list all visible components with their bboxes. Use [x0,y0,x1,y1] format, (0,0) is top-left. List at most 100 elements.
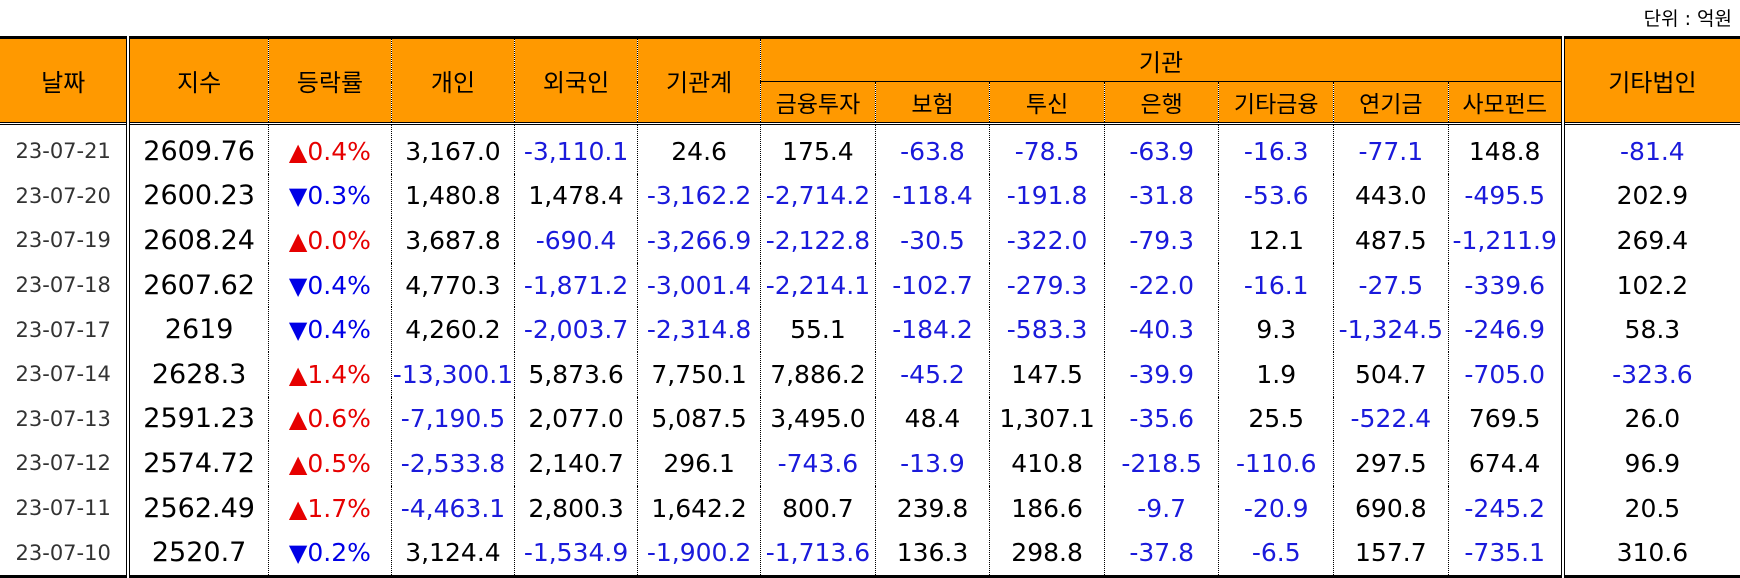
cell-bank: -218.5 [1103,441,1219,486]
cell-inst-total: 24.6 [637,123,761,174]
triangle-down-icon: ▼ [288,182,308,211]
triangle-down-icon: ▼ [288,539,308,568]
cell-inst-total: -3,266.9 [637,218,761,263]
cell-private-fund: -735.1 [1447,530,1563,577]
cell-other-financial: 1.9 [1218,351,1334,397]
header-other-corp: 기타법인 [1560,37,1740,124]
header-inst-total: 기관계 [637,37,761,124]
cell-date: 23-07-13 [0,396,131,442]
change-percent: 0.4% [307,270,371,300]
cell-foreign: -1,534.9 [514,530,638,577]
cell-investment-trust: 147.5 [989,351,1105,397]
change-percent: 1.4% [307,359,371,389]
cell-date: 23-07-19 [0,218,131,263]
cell-change: ▼0.3% [267,173,392,219]
cell-private-fund: 769.5 [1447,396,1563,442]
change-percent: 0.4% [307,315,371,345]
cell-other-corp: 58.3 [1560,307,1740,352]
cell-investment-trust: 1,307.1 [989,396,1105,442]
cell-date: 23-07-12 [0,441,131,486]
table-row: 23-07-12 2574.72 ▲0.5% -2,533.8 2,140.7 296.1… [0,441,1740,486]
cell-pension: -77.1 [1333,123,1449,174]
cell-pension: -27.5 [1333,262,1449,308]
cell-insurance: 136.3 [874,530,990,577]
cell-pension: 504.7 [1333,351,1449,397]
cell-other-financial: -53.6 [1218,173,1334,219]
cell-other-corp: 269.4 [1560,218,1740,263]
cell-pension: 297.5 [1333,441,1449,486]
cell-date: 23-07-17 [0,307,131,352]
cell-investment-trust: -191.8 [989,173,1105,219]
cell-insurance: -184.2 [874,307,990,352]
cell-inst-total: 1,642.2 [637,485,761,531]
cell-inst-total: -2,314.8 [637,307,761,352]
cell-investment-trust: 410.8 [989,441,1105,486]
cell-financial-investment: -2,122.8 [760,218,876,263]
cell-investment-trust: 298.8 [989,530,1105,577]
cell-bank: -37.8 [1103,530,1219,577]
cell-insurance: 239.8 [874,485,990,531]
triangle-down-icon: ▼ [288,271,308,300]
cell-change: ▼0.4% [267,307,392,352]
header-sub-financial-investment: 금융투자 [760,81,876,124]
cell-financial-investment: -743.6 [760,441,876,486]
cell-other-financial: 25.5 [1218,396,1334,442]
cell-private-fund: 674.4 [1447,441,1563,486]
cell-other-corp: 26.0 [1560,396,1740,442]
cell-change: ▲0.0% [267,218,392,263]
cell-private-fund: 148.8 [1447,123,1563,174]
change-percent: 0.4% [307,136,371,166]
cell-index: 2520.7 [151,537,247,569]
table-row: 23-07-10 2520.7 ▼0.2% 3,124.4 -1,534.9 -1,900… [0,530,1740,577]
cell-individual: -4,463.1 [390,485,515,531]
cell-individual: -7,190.5 [390,396,515,442]
cell-index: 2609.76 [143,135,255,167]
cell-foreign: -3,110.1 [514,123,638,174]
cell-pension: -1,324.5 [1333,307,1449,352]
change-percent: 0.5% [307,448,371,478]
triangle-up-icon: ▲ [288,360,308,389]
cell-investment-trust: -583.3 [989,307,1105,352]
cell-change: ▼0.2% [267,530,392,577]
cell-change: ▲0.6% [267,396,392,442]
cell-individual: 3,124.4 [390,530,515,577]
header-sub-private-fund: 사모펀드 [1447,81,1563,124]
cell-bank: -9.7 [1103,485,1219,531]
triangle-up-icon: ▲ [288,449,308,478]
cell-change: ▲1.4% [267,351,392,397]
table-row: 23-07-17 2619 ▼0.4% 4,260.2 -2,003.7 -2,314.8… [0,307,1740,352]
triangle-down-icon: ▼ [288,316,308,345]
cell-individual: 4,770.3 [390,262,515,308]
table-row: 23-07-18 2607.62 ▼0.4% 4,770.3 -1,871.2 -3,00… [0,262,1740,308]
change-percent: 0.6% [307,404,371,434]
cell-bank: -63.9 [1103,123,1219,174]
cell-date: 23-07-20 [0,173,131,219]
cell-private-fund: -495.5 [1447,173,1563,219]
cell-other-corp: 310.6 [1560,530,1740,577]
cell-other-financial: -16.3 [1218,123,1334,174]
cell-other-financial: -16.1 [1218,262,1334,308]
table-body: 23-07-21 2609.76 ▲0.4% 3,167.0 -3,110.1 24.6 1… [0,123,1740,577]
triangle-up-icon: ▲ [288,494,308,523]
cell-date: 23-07-14 [0,351,131,397]
cell-inst-total: 7,750.1 [637,351,761,397]
cell-index: 2562.49 [143,492,255,524]
cell-foreign: 5,873.6 [514,351,638,397]
cell-insurance: -45.2 [874,351,990,397]
table-row: 23-07-21 2609.76 ▲0.4% 3,167.0 -3,110.1 24.6 1… [0,123,1740,174]
cell-date: 23-07-10 [0,530,131,577]
cell-other-financial: 12.1 [1218,218,1334,263]
cell-other-corp: 20.5 [1560,485,1740,531]
cell-index: 2619 [164,314,234,346]
cell-insurance: -63.8 [874,123,990,174]
cell-financial-investment: -1,713.6 [760,530,876,577]
cell-other-corp: 202.9 [1560,173,1740,219]
cell-foreign: 2,140.7 [514,441,638,486]
cell-other-corp: 96.9 [1560,441,1740,486]
table-row: 23-07-14 2628.3 ▲1.4% -13,300.1 5,873.6 7,750… [0,351,1740,397]
investor-trading-table: 날짜 지수 등락률 개인 외국인 기관계 기관 기타법인 금융투자 보험 투신 … [0,36,1740,578]
cell-other-financial: -6.5 [1218,530,1334,577]
cell-private-fund: -705.0 [1447,351,1563,397]
cell-pension: 487.5 [1333,218,1449,263]
cell-index: 2607.62 [143,269,255,301]
